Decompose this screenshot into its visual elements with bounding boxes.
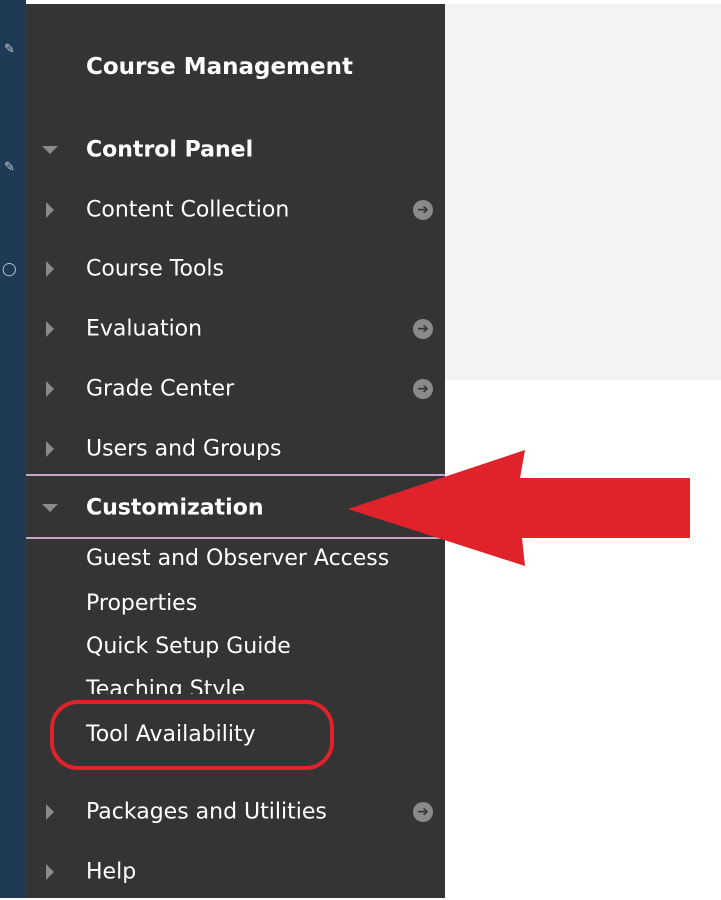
annotation-arrow-icon bbox=[348, 450, 690, 566]
